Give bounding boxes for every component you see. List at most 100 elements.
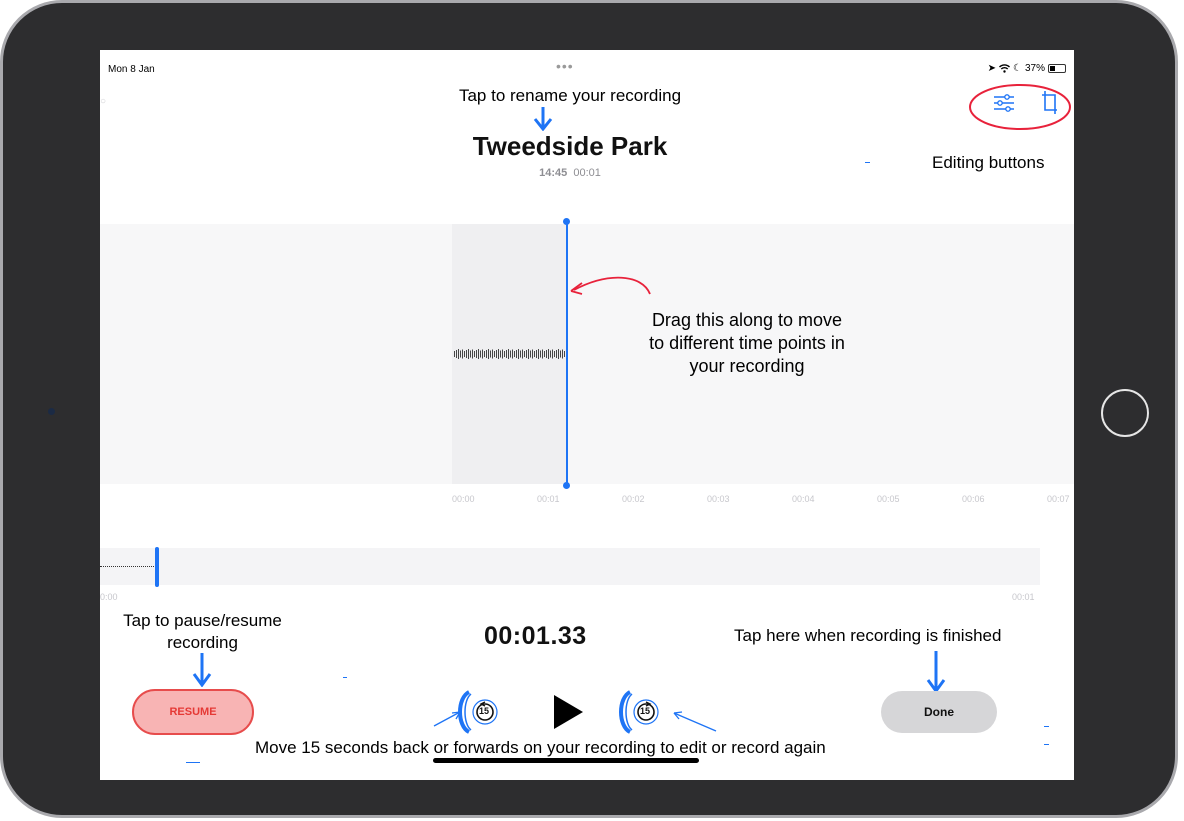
waveform-bar <box>540 350 541 358</box>
waveform-bar <box>488 349 489 359</box>
location-icon: ➤ <box>987 63 997 74</box>
waveform-bar <box>510 350 511 358</box>
waveform-bar <box>542 349 543 359</box>
waveform-bar <box>496 350 497 358</box>
annotation-drag: Drag this along to move to different tim… <box>587 309 907 378</box>
waveform-bar <box>480 350 481 358</box>
waveform-bar <box>544 351 545 357</box>
annotation-drag-line-2: to different time points in <box>649 333 845 353</box>
waveform-bar <box>466 350 467 358</box>
battery-icon <box>1048 64 1066 73</box>
curved-arrow-icon <box>570 276 651 295</box>
annotation-skip: Move 15 seconds back or forwards on your… <box>255 738 826 757</box>
resume-button[interactable]: RESUME <box>132 689 254 735</box>
skip-forward-button[interactable]: 15 <box>616 688 672 736</box>
hardware-home-button[interactable] <box>1101 389 1149 437</box>
waveform-bar <box>492 349 493 359</box>
waveform-bar <box>454 351 455 357</box>
recording-meta: 14:45 00:01 <box>100 167 1040 179</box>
waveform-bar <box>500 350 501 358</box>
playhead-handle-top[interactable] <box>563 218 570 225</box>
waveform-bar <box>470 350 471 358</box>
waveform-bar <box>564 351 565 357</box>
waveform-bar <box>498 349 499 359</box>
tick-label: 00:04 <box>792 494 815 504</box>
waveform-bar <box>474 351 475 357</box>
waveform-bar <box>516 350 517 358</box>
play-icon[interactable] <box>551 694 585 730</box>
stray-mark <box>186 762 200 763</box>
waveform-bar <box>546 350 547 358</box>
arrow-down-icon <box>926 651 946 693</box>
waveform-bar <box>528 349 529 359</box>
trim-crop-icon[interactable] <box>1041 90 1059 116</box>
overview-playhead[interactable] <box>155 547 159 587</box>
waveform-bar <box>482 349 483 359</box>
battery-percent: 37% <box>1024 63 1045 74</box>
waveform-bar <box>478 349 479 359</box>
skip-forward-label: 15 <box>640 706 651 716</box>
playhead-handle-bottom[interactable] <box>563 482 570 489</box>
waveform-bar <box>458 349 459 359</box>
annotation-drag-line-1: Drag this along to move <box>651 310 843 330</box>
pointer-arrow-right-icon <box>673 711 717 732</box>
waveform-bar <box>550 350 551 358</box>
tick-label: 00:02 <box>622 494 645 504</box>
overview-track[interactable] <box>100 548 1040 585</box>
waveform-bar <box>502 349 503 359</box>
front-camera <box>48 408 55 415</box>
waveform-bar <box>472 349 473 359</box>
waveform-bar <box>506 350 507 358</box>
filter-sliders-icon[interactable] <box>993 93 1015 113</box>
screen: Mon 8 Jan ••• ➤ ☾ 37% ○ Tap to rename yo… <box>100 50 1074 780</box>
waveform-bar <box>462 349 463 359</box>
status-indicators: ➤ ☾ 37% <box>988 63 1066 74</box>
home-indicator[interactable] <box>433 758 699 763</box>
annotation-pause: Tap to pause/resume recording <box>100 610 305 654</box>
waveform-bar <box>508 349 509 359</box>
waveform-bar <box>554 351 555 357</box>
playhead[interactable] <box>566 222 568 487</box>
waveform-bar <box>562 349 563 359</box>
waveform-bar <box>520 350 521 358</box>
waveform-bar <box>558 349 559 359</box>
tick-label: 00:06 <box>962 494 985 504</box>
waveform-bar <box>530 350 531 358</box>
tick-label: 00:07 <box>1047 494 1070 504</box>
waveform-bar <box>556 350 557 358</box>
battery-fill <box>1050 66 1055 71</box>
recording-duration: 00:01 <box>573 167 601 179</box>
pointer-arrow-left-icon <box>433 711 461 727</box>
arrow-down-icon <box>192 653 212 687</box>
waveform-bar <box>548 349 549 359</box>
wifi-icon <box>999 64 1011 73</box>
annotation-editing: Editing buttons <box>932 153 1045 172</box>
multitasking-dots[interactable]: ••• <box>556 58 574 74</box>
waveform-bar <box>534 351 535 357</box>
waveform-bar <box>460 350 461 358</box>
waveform-bar <box>512 349 513 359</box>
waveform-bar <box>476 350 477 358</box>
status-date: Mon 8 Jan <box>108 64 155 75</box>
waveform-bar <box>486 350 487 358</box>
overview-waveform <box>100 566 156 568</box>
waveform-bar <box>560 350 561 358</box>
annotation-finished: Tap here when recording is finished <box>734 626 1002 645</box>
skip-back-label: 15 <box>479 706 490 716</box>
waveform-bar <box>538 349 539 359</box>
waveform-bar <box>504 351 505 357</box>
waveform-bar <box>518 349 519 359</box>
moon-icon: ☾ <box>1013 63 1022 74</box>
elapsed-timer: 00:01.33 <box>484 622 587 650</box>
waveform-bar <box>522 349 523 359</box>
recording-title[interactable]: Tweedside Park <box>100 131 1040 162</box>
waveform-bar <box>464 351 465 357</box>
annotation-pause-line-2: recording <box>167 633 238 652</box>
stray-mark <box>1044 744 1049 745</box>
done-button[interactable]: Done <box>881 691 997 733</box>
skip-back-button[interactable]: 15 <box>455 688 511 736</box>
waveform-bar <box>494 351 495 357</box>
arrow-down-icon <box>533 107 553 131</box>
overview-end-time: 00:01 <box>1012 592 1035 602</box>
waveform-bar <box>526 350 527 358</box>
